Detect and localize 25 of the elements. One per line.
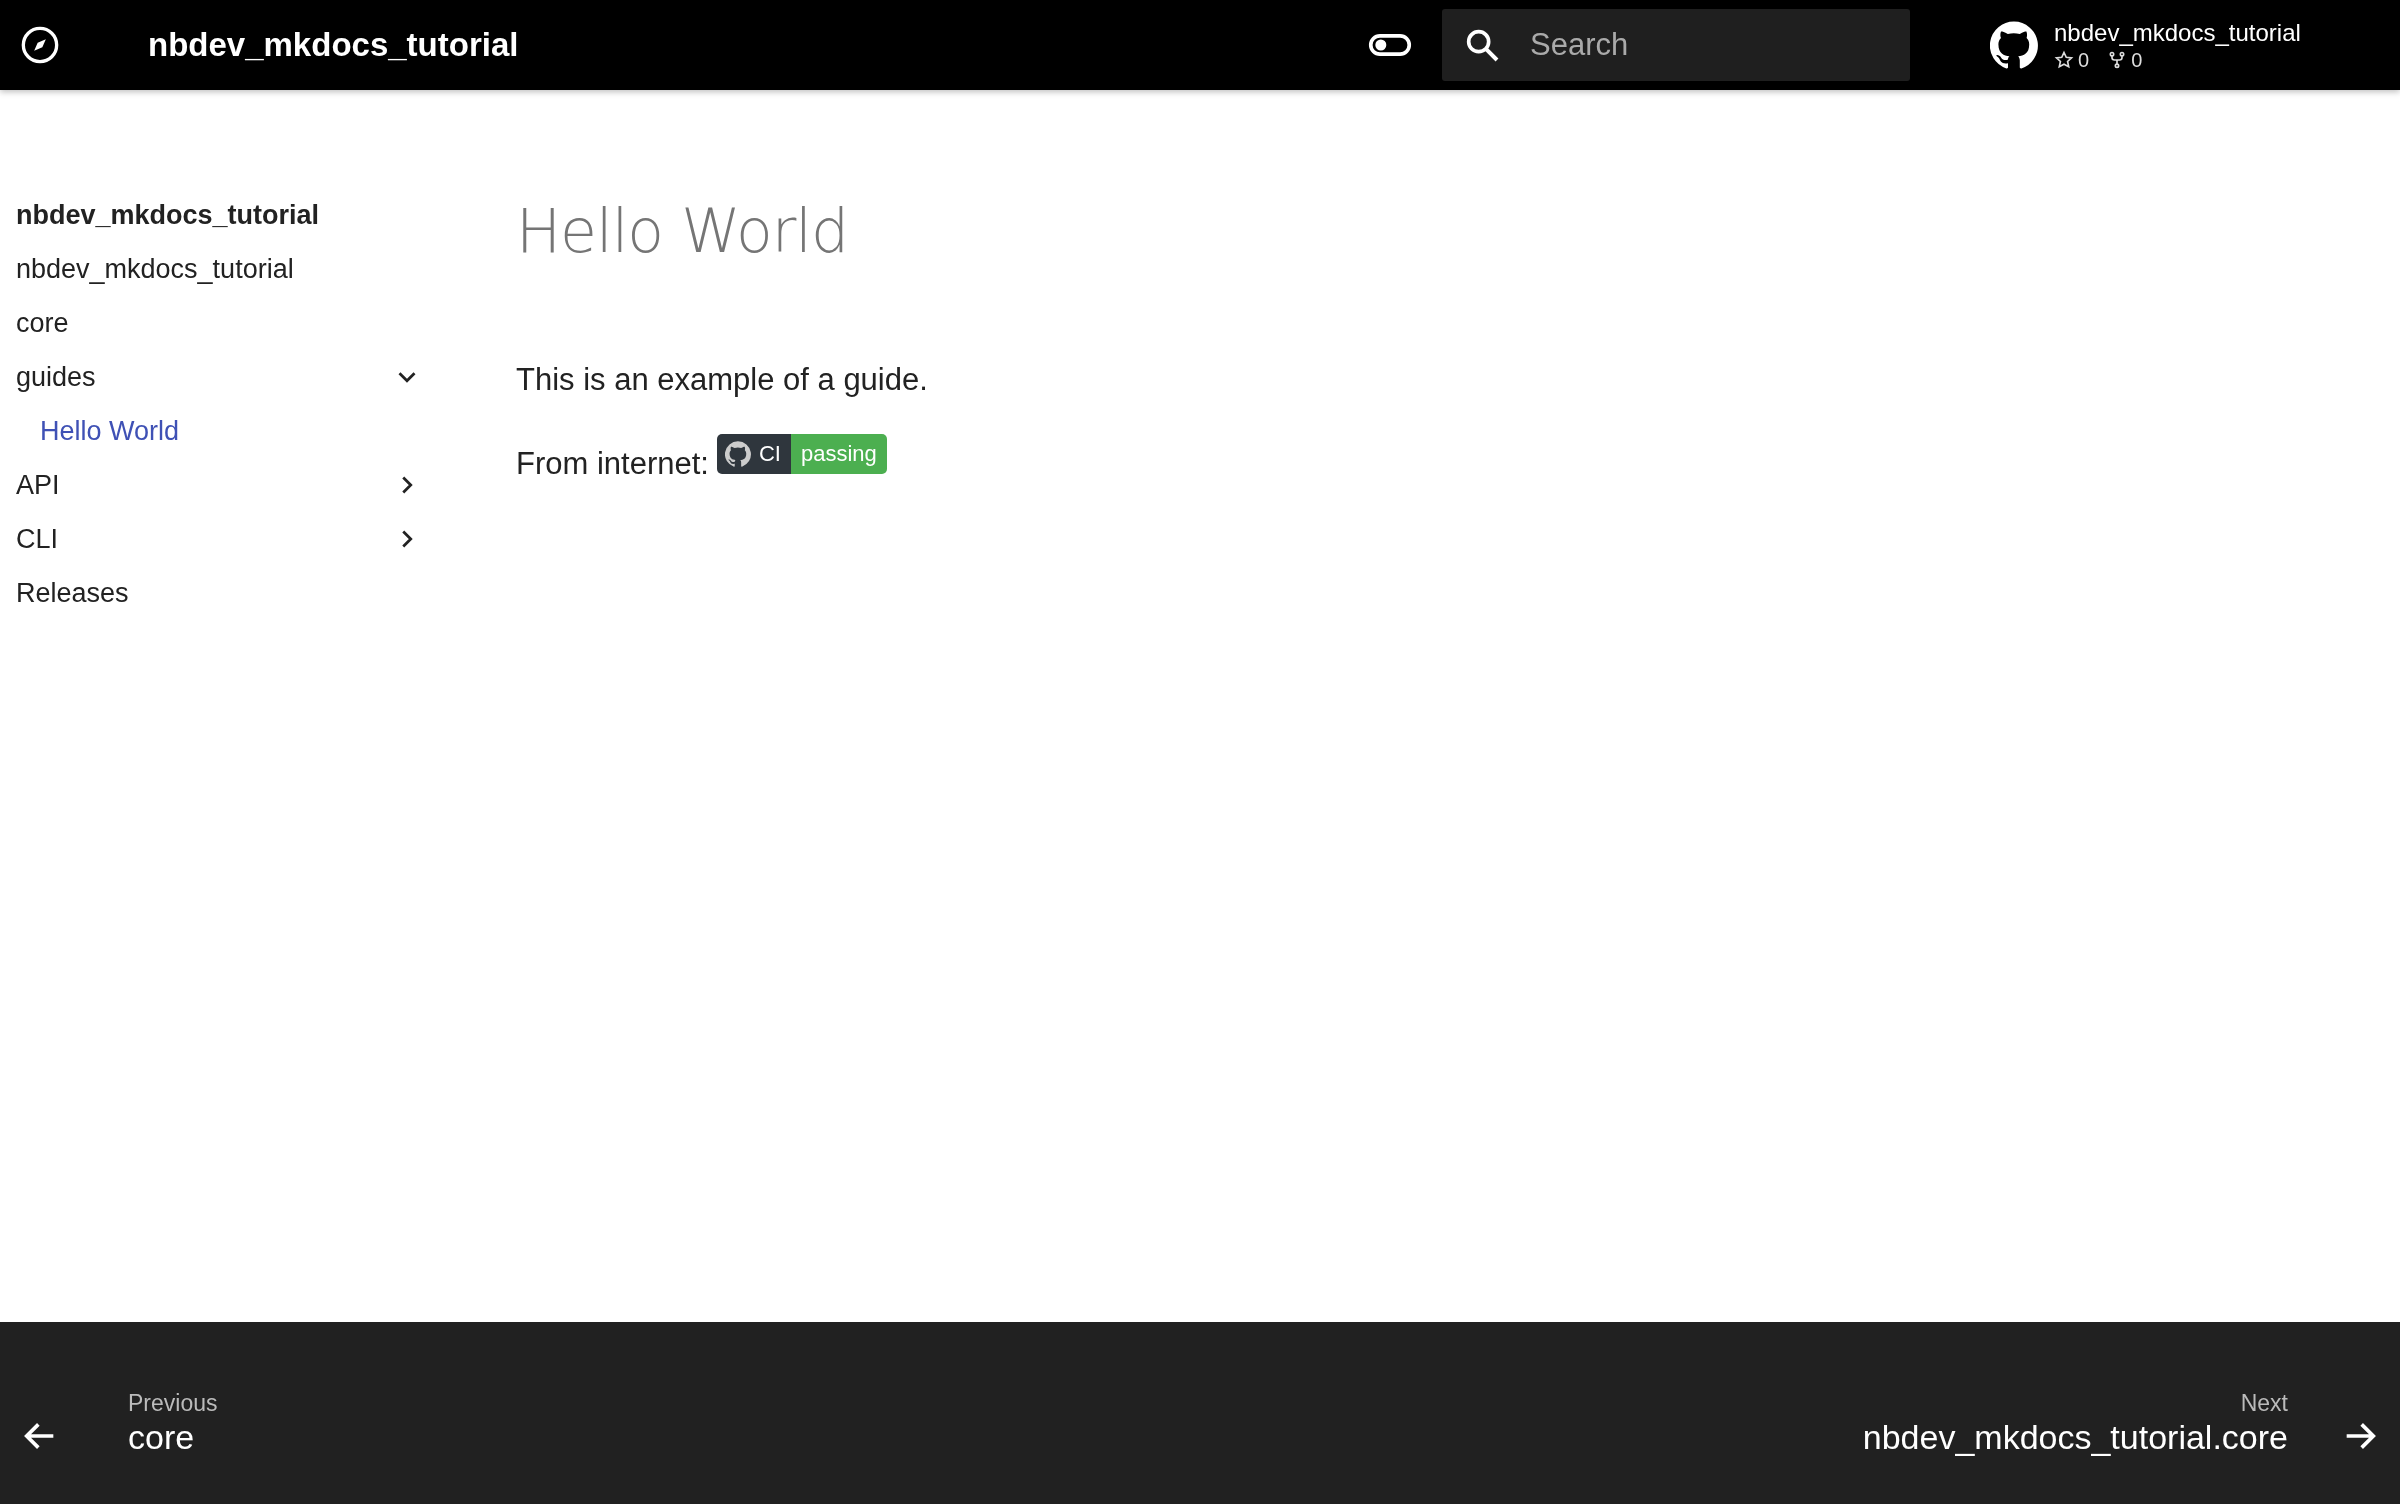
nav-item[interactable]: CLI [16,512,430,566]
next-link[interactable]: Next nbdev_mkdocs_tutorial.core [1862,1389,2380,1459]
github-icon[interactable] [1990,21,2038,69]
nav-title: nbdev_mkdocs_tutorial [16,199,321,232]
github-icon [724,441,751,467]
previous-link[interactable]: Previous core [20,1389,286,1459]
search-field[interactable]: Search [1442,9,1910,81]
site-title: nbdev_mkdocs_tutorial [148,26,519,64]
page-heading: Hello World [516,196,850,266]
badge-label: CI [758,441,781,467]
nav-item[interactable]: API [16,458,430,512]
paragraph: From internet: [516,446,709,482]
nav-item[interactable]: core [16,296,430,350]
status-badge[interactable]: CI passing [716,434,887,474]
nav-item[interactable]: nbdev_mkdocs_tutorial [16,242,430,296]
fork-count: 0 [2131,48,2143,72]
compass-icon[interactable] [20,25,60,65]
nav-item[interactable]: guides [16,350,430,404]
star-count: 0 [2078,48,2090,72]
star-icon [2054,50,2074,70]
nav-item[interactable]: Hello World [16,404,430,458]
repo-link[interactable]: nbdev_mkdocs_tutorial [2054,18,2301,47]
nav-item[interactable]: Releases [16,566,430,620]
badge-status: passing [790,434,887,474]
paragraph: This is an example of a guide. [516,362,928,398]
